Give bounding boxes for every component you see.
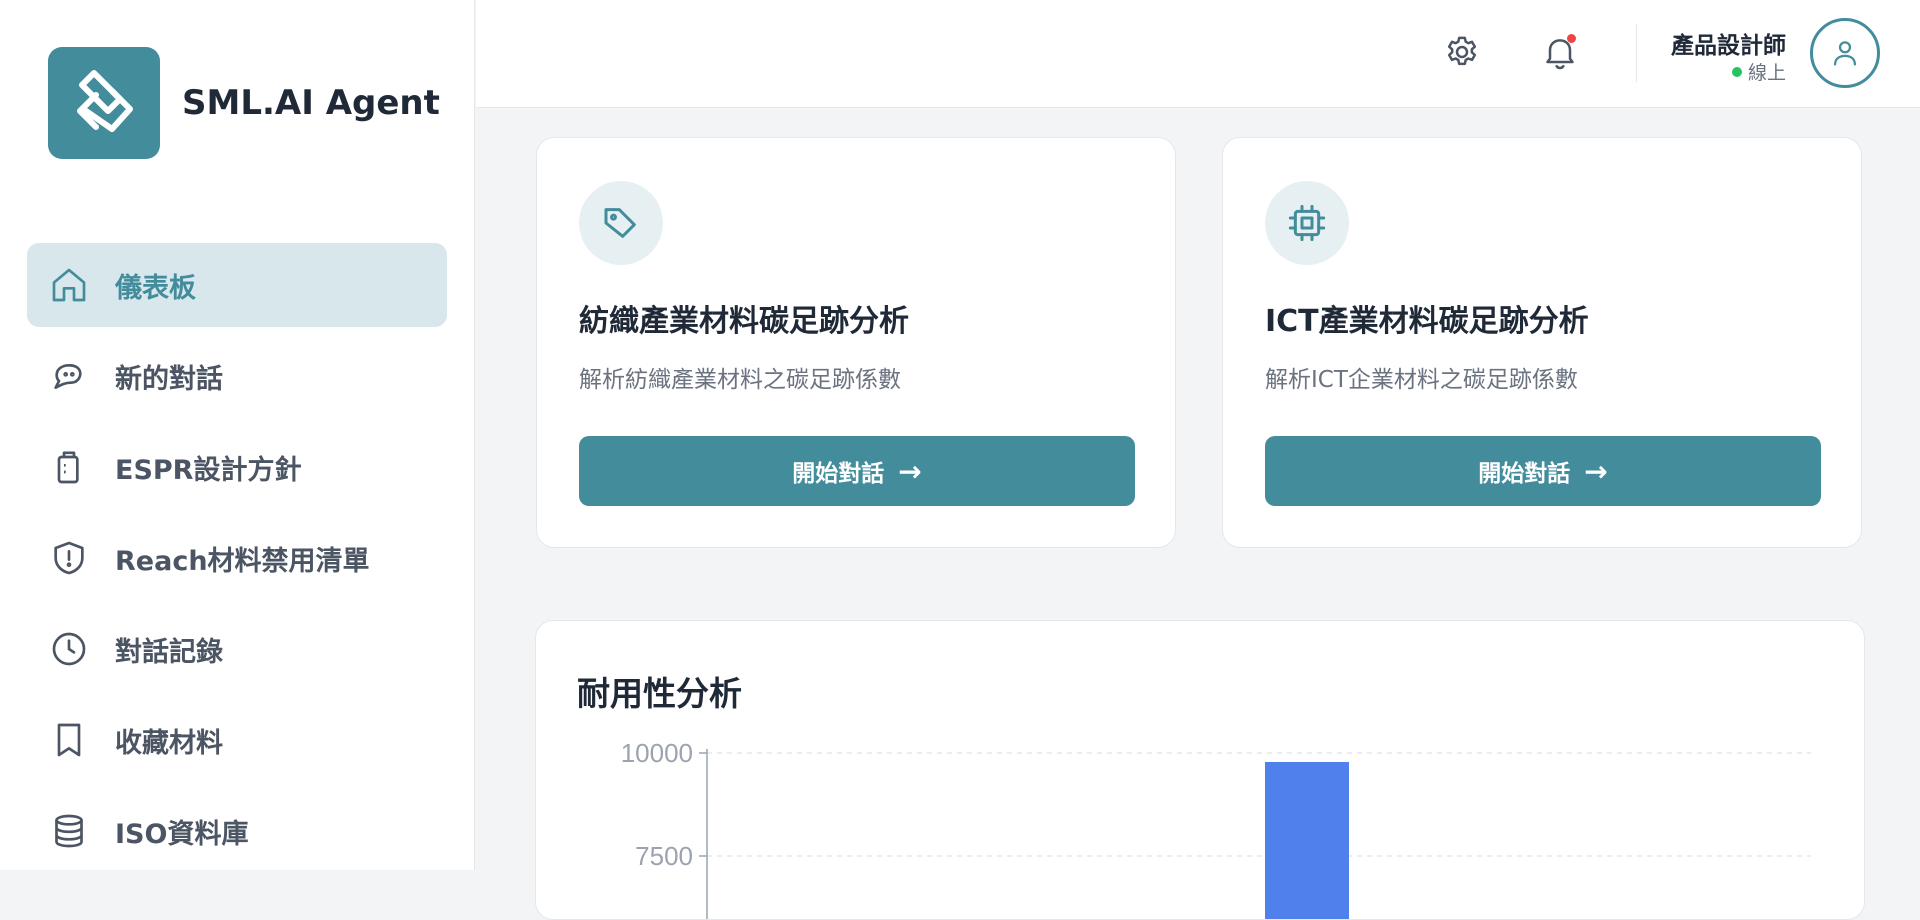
arrow-right-icon: →: [898, 454, 922, 488]
bar: [1265, 762, 1349, 919]
button-label: 開始對話: [792, 461, 885, 487]
card-description: 解析紡織產業材料之碳足跡係數: [579, 367, 901, 393]
sidebar-item-label: 新的對話: [115, 363, 223, 395]
notification-badge: [1567, 34, 1576, 43]
brand[interactable]: SML.AI Agent: [48, 47, 440, 159]
card-description: 解析ICT企業材料之碳足跡係數: [1265, 367, 1578, 393]
sidebar-item-label: ISO資料庫: [115, 818, 249, 850]
user-name: 產品設計師: [1671, 33, 1786, 59]
brand-name: SML.AI Agent: [182, 83, 440, 123]
chat-bubble-icon: [49, 356, 89, 396]
arrow-right-icon: →: [1584, 454, 1608, 488]
textile-analysis-card: 紡織產業材料碳足跡分析 解析紡織產業材料之碳足跡係數 開始對話 →: [536, 137, 1176, 548]
avatar[interactable]: [1810, 18, 1880, 88]
bell-icon[interactable]: [1540, 32, 1580, 72]
chip-icon: [1265, 181, 1349, 265]
button-label: 開始對話: [1478, 461, 1571, 487]
user-status: 線上: [1731, 58, 1786, 85]
card-title: ICT產業材料碳足跡分析: [1265, 304, 1589, 339]
sidebar-item-history[interactable]: 對話記錄: [27, 607, 447, 691]
sidebar-item-iso[interactable]: ISO資料庫: [27, 789, 447, 873]
ict-analysis-card: ICT產業材料碳足跡分析 解析ICT企業材料之碳足跡係數 開始對話 →: [1222, 137, 1862, 548]
sidebar-nav: 儀表板 新的對話 ESPR設計方針 Reach材料禁用清單 對話記錄 收藏材料 …: [27, 243, 447, 880]
sidebar-item-label: ESPR設計方針: [115, 454, 302, 486]
gear-icon[interactable]: [1442, 32, 1482, 72]
home-icon: [49, 265, 89, 305]
topbar: 產品設計師 線上: [476, 0, 1920, 108]
shield-alert-icon: [49, 538, 89, 578]
brand-logo-icon: [48, 47, 160, 159]
sidebar-item-label: Reach材料禁用清單: [115, 545, 370, 577]
database-icon: [49, 811, 89, 851]
sidebar-item-new-chat[interactable]: 新的對話: [27, 334, 447, 418]
sidebar-item-label: 儀表板: [115, 272, 196, 304]
sidebar: SML.AI Agent 儀表板 新的對話 ESPR設計方針 Reach材料禁用…: [0, 0, 475, 870]
sidebar-item-dashboard[interactable]: 儀表板: [27, 243, 447, 327]
y-tick-label: 7500: [635, 841, 693, 871]
card-title: 紡織產業材料碳足跡分析: [579, 304, 909, 339]
durability-analysis-panel: 耐用性分析 10000 7500: [535, 620, 1865, 920]
start-chat-button[interactable]: 開始對話 →: [579, 436, 1135, 506]
durability-chart: 10000 7500: [621, 738, 1811, 919]
bookmark-icon: [49, 720, 89, 760]
topbar-divider: [1636, 24, 1637, 82]
sidebar-item-label: 對話記錄: [115, 636, 223, 668]
user-status-label: 線上: [1747, 62, 1786, 84]
online-status-dot: [1731, 66, 1742, 77]
sidebar-item-espr[interactable]: ESPR設計方針: [27, 425, 447, 509]
user-icon: [1833, 41, 1857, 66]
sidebar-item-favorites[interactable]: 收藏材料: [27, 698, 447, 782]
tag-icon: [579, 181, 663, 265]
y-tick-label: 10000: [621, 738, 693, 768]
sidebar-item-reach[interactable]: Reach材料禁用清單: [27, 516, 447, 600]
sidebar-item-label: 收藏材料: [115, 727, 223, 759]
clock-icon: [49, 629, 89, 669]
start-chat-button[interactable]: 開始對話 →: [1265, 436, 1821, 506]
clipboard-icon: [49, 447, 89, 487]
